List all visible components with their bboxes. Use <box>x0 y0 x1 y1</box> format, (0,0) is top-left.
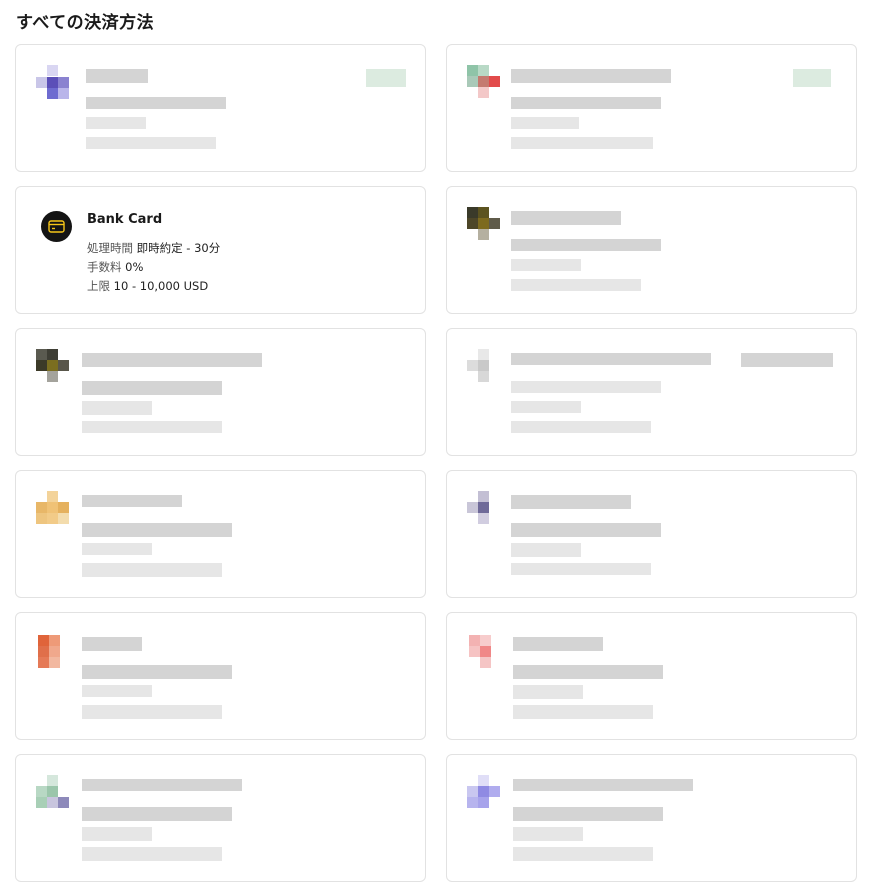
payment-logo-icon <box>467 65 501 99</box>
payment-logo-icon <box>36 633 70 668</box>
payment-method-card-redacted[interactable] <box>446 328 857 456</box>
payment-method-card-bank-card[interactable]: Bank Card 処理時間 即時約定 - 30分 手数料 0% 上限 10 -… <box>15 186 426 314</box>
payment-method-card-redacted[interactable] <box>446 470 857 598</box>
payment-logo-icon <box>36 491 70 525</box>
limit: 上限 10 - 10,000 USD <box>87 278 208 294</box>
limit-label: 上限 <box>87 279 110 293</box>
fee-value: 0% <box>125 260 144 274</box>
payment-method-card-redacted[interactable] <box>446 612 857 740</box>
fee: 手数料 0% <box>87 259 143 275</box>
payment-logo-icon <box>36 775 70 809</box>
payment-logo-icon <box>467 491 501 525</box>
payment-method-card-redacted[interactable] <box>15 328 426 456</box>
payment-method-grid: Bank Card 処理時間 即時約定 - 30分 手数料 0% 上限 10 -… <box>15 44 857 884</box>
payment-logo-icon <box>467 633 501 668</box>
page-title: すべての決済方法 <box>16 13 155 33</box>
processing-time-label: 処理時間 <box>87 241 133 255</box>
payment-logo-icon <box>467 775 501 809</box>
fee-label: 手数料 <box>87 260 122 274</box>
payment-method-card-redacted[interactable] <box>446 44 857 172</box>
payment-method-card-redacted[interactable] <box>446 754 857 882</box>
payment-method-card-redacted[interactable] <box>446 186 857 314</box>
payment-method-card-redacted[interactable] <box>15 44 426 172</box>
payment-logo-icon <box>467 349 501 383</box>
processing-time: 処理時間 即時約定 - 30分 <box>87 240 220 256</box>
payment-methods-page: すべての決済方法 Bank Card 処理時間 即時約定 - 30分 手数料 0… <box>0 0 880 891</box>
payment-logo-icon <box>36 349 70 383</box>
payment-method-card-redacted[interactable] <box>15 612 426 740</box>
processing-time-value: 即時約定 - 30分 <box>136 241 221 255</box>
payment-method-card-redacted[interactable] <box>15 470 426 598</box>
payment-method-card-redacted[interactable] <box>15 754 426 882</box>
credit-card-icon <box>41 211 72 242</box>
payment-logo-icon <box>36 65 70 99</box>
limit-value: 10 - 10,000 USD <box>113 279 209 293</box>
payment-method-name: Bank Card <box>87 212 163 227</box>
payment-logo-icon <box>467 207 501 241</box>
